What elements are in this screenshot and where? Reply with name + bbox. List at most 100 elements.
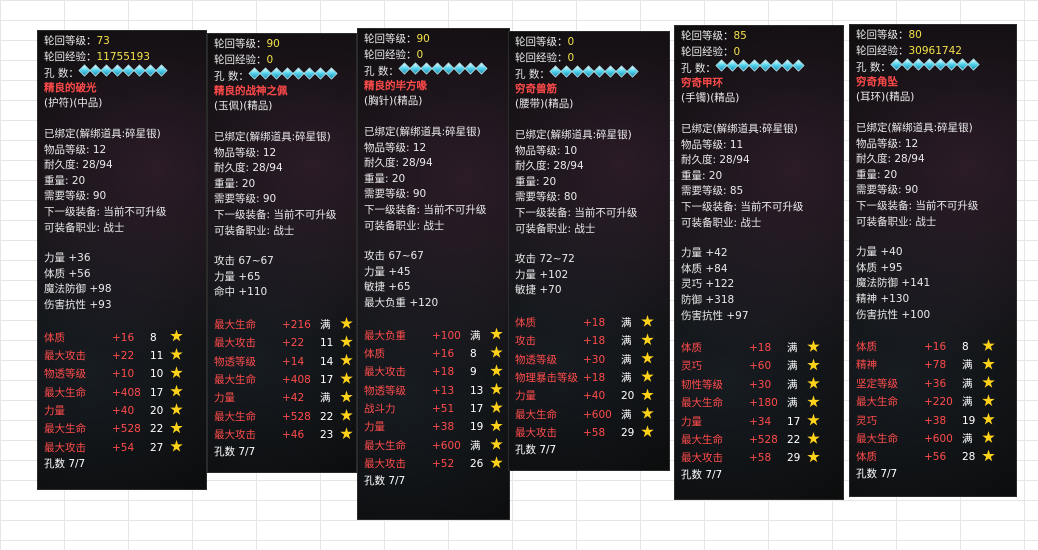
diamond-gem-icon [442,62,455,75]
attribute-level: 满 [962,396,973,409]
stat-line: 力量 +45 [364,265,411,278]
attribute-value: +18 [583,316,606,329]
attribute-name: 力量 [364,421,385,434]
reincarnation-row: 轮回等级：90 [214,37,350,53]
hole-count: 孔数 7/7 [44,458,86,471]
star-icon [490,419,503,432]
attribute-value: +14 [282,355,305,368]
gem-attribute-row: 最大负重 +100 满 [364,327,503,345]
star-icon [641,333,654,346]
attribute-name: 最大生命 [681,397,723,410]
attribute-name: 最大攻击 [364,458,406,471]
info-line: 可装备职业: 战士 [44,221,125,234]
star-icon [807,413,820,426]
gem-attribute-row: 韧性等级 +30 满 [681,376,837,394]
star-icon [170,366,183,379]
item-tooltip-4: 轮回等级：0 轮回经验：0 孔 数： 穷奇兽筋 (腰带)(精品) 已绑定(解绑道具:碎星银… [508,31,670,471]
attribute-level: 满 [962,359,973,372]
stat-line: 命中 +110 [214,286,268,299]
attribute-name: 体质 [44,331,65,344]
gem-attribute-row: 体质 +56 28 [856,448,1010,466]
attribute-name: 最大生命 [364,439,406,452]
attribute-level: 19 [470,421,484,434]
info-line: 可装备职业: 战士 [681,216,762,229]
attribute-name: 体质 [681,342,702,355]
diamond-gem-icon [475,62,488,75]
attribute-level: 22 [150,423,164,436]
attribute-level: 满 [621,335,632,348]
info-line: 已绑定(解绑道具:碎星银) [856,121,973,134]
reincarnation-row: 轮回经验：0 [681,45,837,61]
star-icon [490,437,503,450]
item-type: (护符)(中品) [44,97,103,110]
item-type: (胸针)(精品) [364,95,423,108]
attribute-level: 满 [320,318,331,331]
attribute-level: 满 [787,342,798,355]
diamond-gem-icon [945,58,958,71]
attribute-level: 11 [150,349,164,362]
attribute-value: +600 [583,408,612,421]
attribute-level: 23 [320,429,334,442]
hole-label: 孔 数： [364,65,399,78]
attribute-level: 13 [470,384,484,397]
field-label: 轮回等级： [515,36,568,48]
info-line: 下一级装备: 当前不可升级 [364,203,487,216]
diamond-gem-icon [956,58,969,71]
star-icon [982,339,995,351]
diamond-gem-icon [792,59,805,72]
diamond-gem-icon [781,59,794,72]
attribute-value: +42 [282,392,305,405]
hole-label: 孔 数： [214,70,249,83]
hole-count: 孔数 7/7 [214,445,256,458]
attribute-value: +30 [583,353,606,366]
diamond-gem-icon [420,62,433,75]
stat-line: 伤害抗性 +93 [44,298,112,311]
stat-line: 精神 +130 [856,292,910,305]
stat-line: 力量 +65 [214,270,261,283]
attribute-value: +18 [749,342,772,355]
gem-attribute-row: 最大生命 +180 满 [681,394,837,412]
attribute-name: 体质 [856,451,877,464]
gem-attribute-row: 最大攻击 +58 29 [515,424,663,442]
diamond-gem-icon [453,62,466,75]
info-line: 可装备职业: 战士 [214,224,295,237]
info-line: 需要等级: 90 [364,188,427,201]
diamond-gem-icon [615,65,628,78]
item-type: (腰带)(精品) [515,98,574,111]
star-icon [340,372,353,384]
hole-row: 孔 数： [364,62,503,79]
attribute-name: 体质 [364,347,385,360]
field-value: 73 [96,35,110,47]
attribute-level: 14 [320,355,334,368]
reincarnation-row: 轮回等级：80 [856,28,1010,44]
info-line: 下一级装备: 当前不可升级 [214,208,337,221]
field-label: 轮回经验： [515,51,568,64]
diamond-gem-icon [259,67,272,80]
attribute-name: 最大攻击 [214,337,256,350]
gem-attribute-row: 体质 +16 8 [44,329,200,347]
stat-line: 敏捷 +70 [515,284,562,297]
attribute-name: 精神 [856,359,877,372]
attribute-value: +54 [112,441,135,454]
star-icon [641,406,654,419]
info-line: 可装备职业: 战士 [856,215,937,228]
hole-label: 孔 数： [44,67,79,80]
attribute-level: 满 [621,316,632,329]
star-icon [340,335,353,348]
diamond-gem-icon [431,62,444,75]
diamond-gem-icon [325,67,338,80]
star-icon [641,370,654,382]
attribute-value: +16 [924,341,947,354]
attribute-value: +58 [749,452,772,465]
gem-attribute-row: 力量 +42 满 [214,389,353,407]
diamond-gem-icon [923,58,936,71]
diamond-gem-icon [626,65,639,78]
gem-attribute-row: 力量 +38 19 [364,418,503,436]
attribute-name: 灵巧 [681,360,702,373]
attribute-level: 27 [150,441,164,454]
